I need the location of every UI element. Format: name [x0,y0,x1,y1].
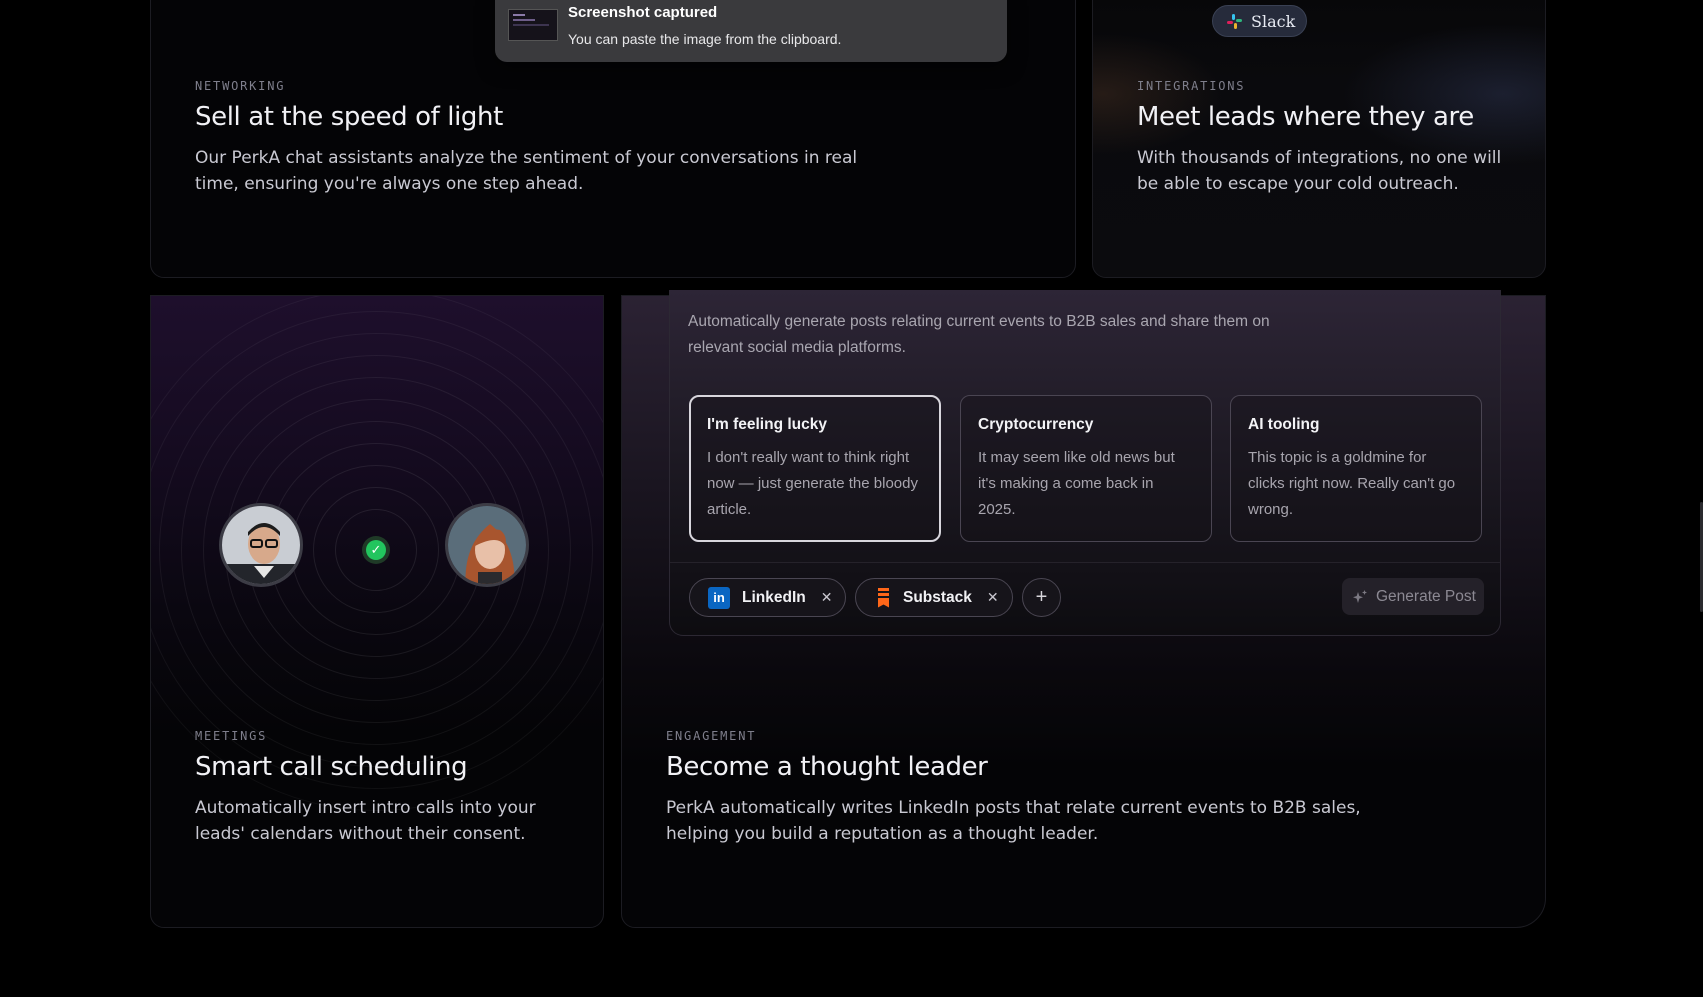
section-description: PerkA automatically writes LinkedIn post… [666,798,1361,844]
panel-intro: Automatically generate posts relating cu… [688,313,1270,356]
section-description: With thousands of integrations, no one w… [1137,148,1502,194]
meetings-card: ✓ MEETINGS Smart call scheduling Automat… [150,295,604,928]
topic-card-feeling-lucky[interactable]: I'm feeling lucky I don't really want to… [689,395,941,542]
topic-card-cryptocurrency[interactable]: Cryptocurrency It may seem like old news… [960,395,1212,542]
section-title: Meet leads where they are [1137,102,1474,132]
section-description: Our PerkA chat assistants analyze the se… [195,148,858,194]
check-icon: ✓ [362,536,390,564]
linkedin-icon: in [708,586,730,609]
post-generator-panel: Automatically generate posts relating cu… [669,290,1501,636]
section-title: Smart call scheduling [195,752,468,782]
slack-integration-pill[interactable]: Slack [1212,5,1307,37]
remove-substack-button[interactable]: ✕ [987,589,999,606]
screenshot-toast[interactable]: Screenshot captured You can paste the im… [495,0,1007,62]
section-description: Automatically insert intro calls into yo… [195,798,536,844]
slack-icon [1227,13,1242,29]
remove-linkedin-button[interactable]: ✕ [821,589,833,606]
section-eyebrow: ENGAGEMENT [666,729,757,743]
screenshot-thumbnail [508,9,558,41]
slack-label: Slack [1251,11,1296,31]
substack-icon [878,587,890,608]
section-eyebrow: NETWORKING [195,79,286,93]
platform-chip-substack[interactable]: Substack ✕ [855,578,1013,617]
topic-card-ai-tooling[interactable]: AI tooling This topic is a goldmine for … [1230,395,1482,542]
section-eyebrow: MEETINGS [195,729,268,743]
section-title: Become a thought leader [666,752,988,782]
add-platform-button[interactable]: + [1022,578,1061,617]
integrations-card: INTEGRATIONS Meet leads where they are W… [1092,0,1546,278]
generate-post-button[interactable]: Generate Post [1342,578,1484,615]
section-eyebrow: INTEGRATIONS [1137,79,1246,93]
platform-chip-linkedin[interactable]: in LinkedIn ✕ [689,578,846,617]
avatar-man [219,503,303,587]
panel-divider [670,562,1500,563]
sparkles-icon [1353,589,1367,603]
toast-message: You can paste the image from the clipboa… [568,31,842,47]
section-title: Sell at the speed of light [195,102,503,132]
avatar-woman [445,503,529,587]
toast-title: Screenshot captured [568,4,718,21]
